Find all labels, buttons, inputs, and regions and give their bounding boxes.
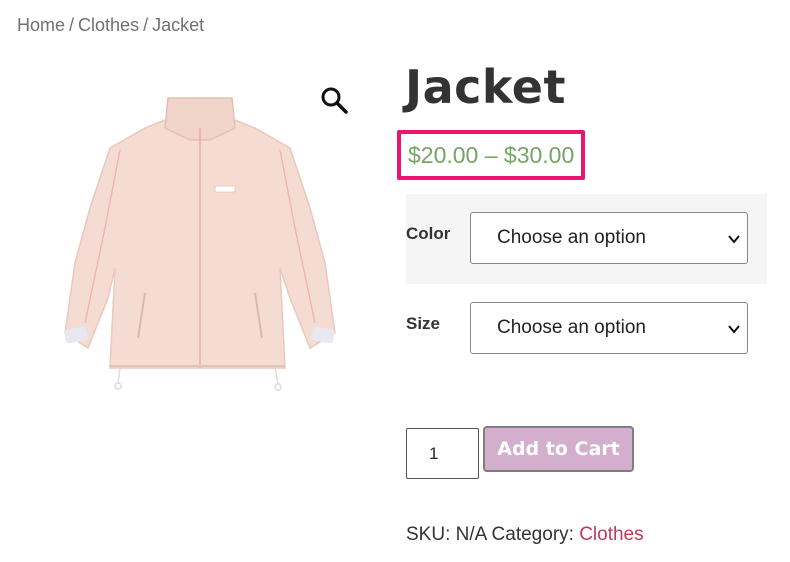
breadcrumb: Home / Clothes / Jacket xyxy=(17,15,204,36)
add-to-cart-button[interactable]: Add to Cart xyxy=(483,426,634,472)
breadcrumb-separator: / xyxy=(69,15,75,35)
product-meta: SKU: N/A Category: Clothes xyxy=(406,524,644,546)
variation-row-color: Color Choose an option xyxy=(406,194,767,284)
breadcrumb-current: Jacket xyxy=(152,15,205,35)
variation-row-size: Size Choose an option xyxy=(406,284,767,374)
category-link[interactable]: Clothes xyxy=(579,524,643,545)
size-select-value: Choose an option xyxy=(497,317,646,338)
variations-table: Color Choose an option Size Choose an op… xyxy=(406,194,767,374)
breadcrumb-category-link[interactable]: Clothes xyxy=(78,15,139,35)
jacket-image xyxy=(64,97,336,391)
size-select[interactable]: Choose an option xyxy=(470,302,748,354)
price-range: $20.00 – $30.00 xyxy=(408,141,575,168)
product-title: Jacket xyxy=(405,60,566,114)
sku-value: N/A xyxy=(455,524,487,545)
size-label: Size xyxy=(406,314,441,333)
color-select[interactable]: Choose an option xyxy=(470,212,748,264)
breadcrumb-separator: / xyxy=(143,15,149,35)
quantity-input[interactable] xyxy=(406,428,479,479)
chevron-down-icon xyxy=(727,322,741,336)
chevron-down-icon xyxy=(727,232,741,246)
category-label: Category: xyxy=(491,524,574,545)
breadcrumb-home-link[interactable]: Home xyxy=(17,15,65,35)
color-select-value: Choose an option xyxy=(497,227,646,248)
product-image[interactable] xyxy=(50,88,350,398)
color-label: Color xyxy=(406,224,451,243)
price-highlight: $20.00 – $30.00 xyxy=(397,130,585,180)
sku-label: SKU: xyxy=(406,524,451,545)
